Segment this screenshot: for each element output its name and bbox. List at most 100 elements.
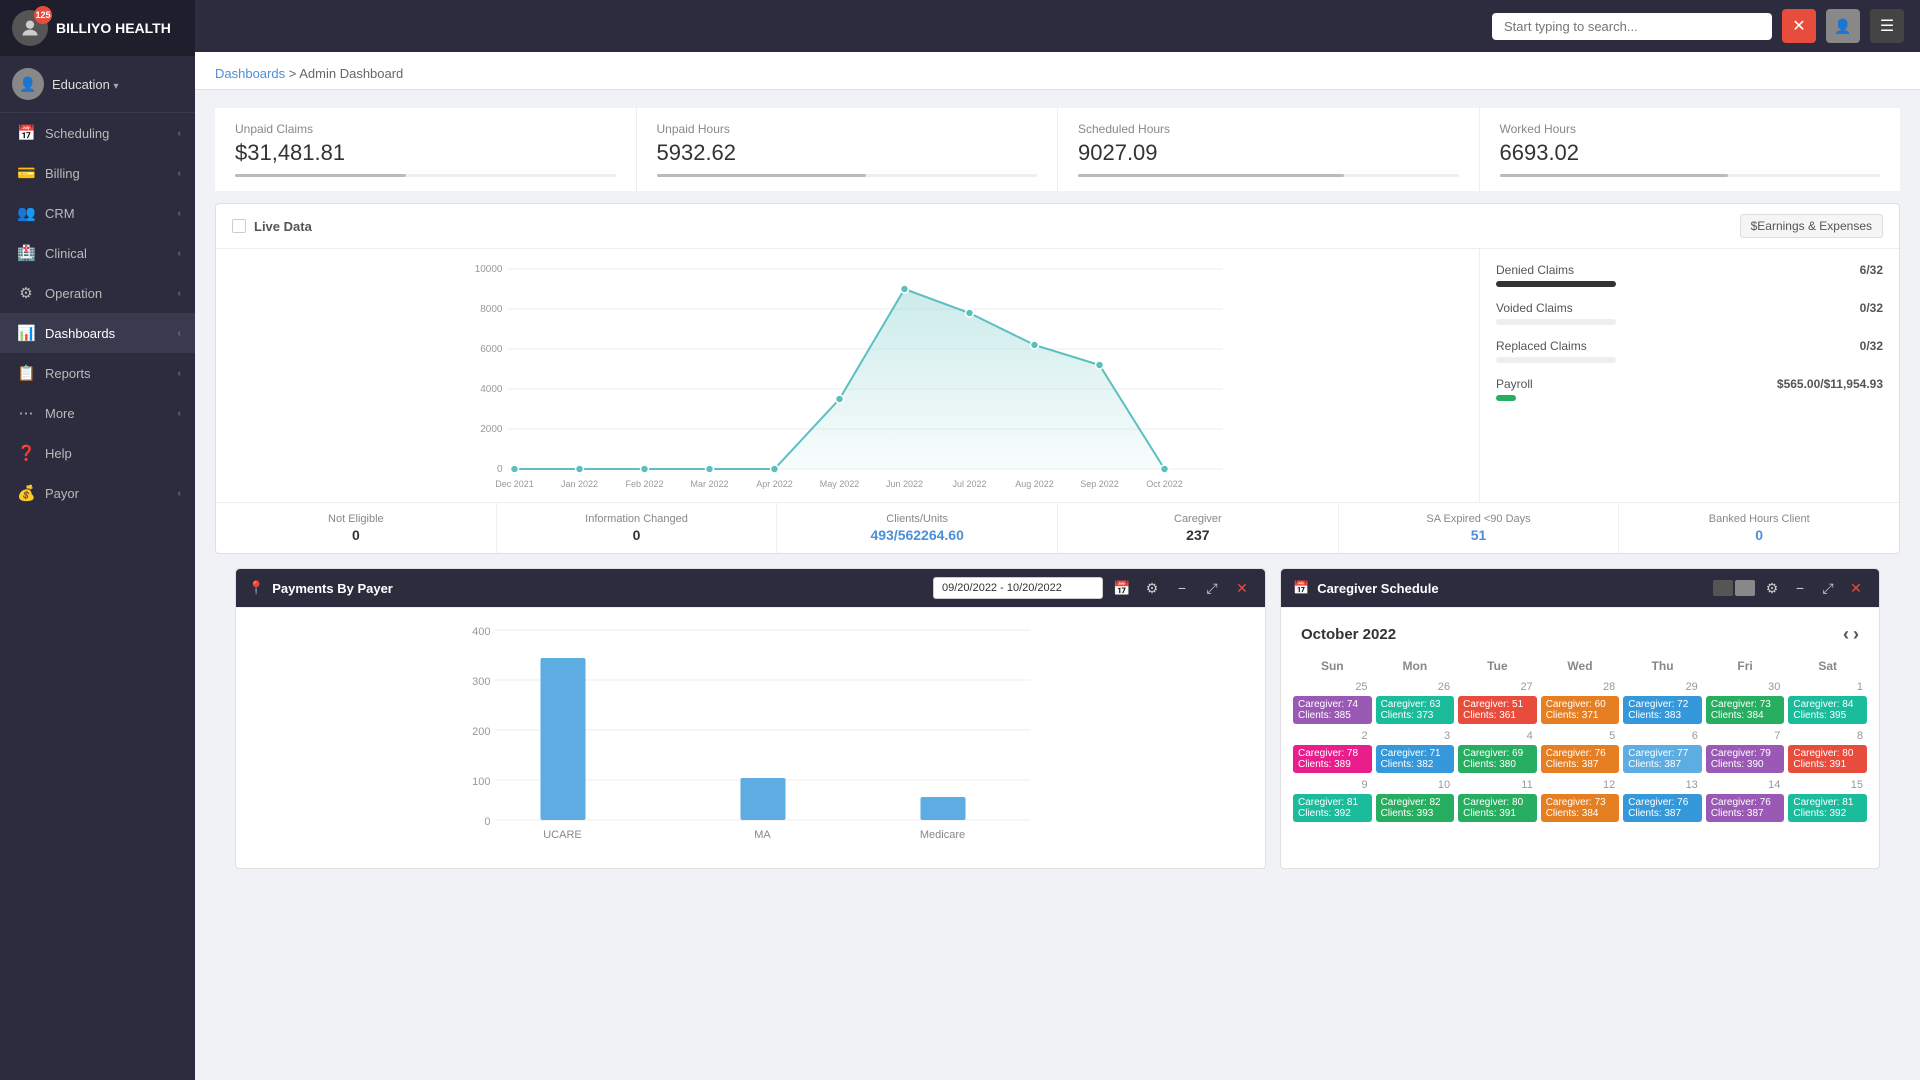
calendar-event[interactable]: Caregiver: 76Clients: 387	[1541, 745, 1620, 773]
user-profile-button[interactable]: 👤	[1826, 9, 1860, 43]
minimize-icon[interactable]: −	[1789, 577, 1811, 599]
close-icon[interactable]: ✕	[1231, 577, 1253, 599]
cal-date-number: 15	[1788, 777, 1867, 793]
voided-claims-row: Voided Claims 0/32	[1496, 301, 1883, 325]
sidebar-item-label: Billing	[45, 166, 168, 181]
close-icon[interactable]: ✕	[1845, 577, 1867, 599]
chevron-icon: ‹	[178, 488, 181, 499]
footer-stat-label: Banked Hours Client	[1627, 513, 1891, 525]
schedule-controls: ⚙ − ⤢ ✕	[1713, 577, 1867, 599]
sidebar-item-label: Help	[45, 446, 181, 461]
calendar-event[interactable]: Caregiver: 80Clients: 391	[1458, 794, 1537, 822]
user-dropdown-chevron: ▾	[113, 81, 118, 92]
minimize-icon[interactable]: −	[1171, 577, 1193, 599]
footer-stat-label: Information Changed	[505, 513, 769, 525]
svg-text:Oct 2022: Oct 2022	[1146, 479, 1183, 489]
calendar-event[interactable]: Caregiver: 82Clients: 393	[1376, 794, 1455, 822]
cal-date-number: 11	[1458, 777, 1537, 793]
settings-icon[interactable]: ⚙	[1761, 577, 1783, 599]
expand-icon[interactable]: ⤢	[1817, 577, 1839, 599]
calendar-event[interactable]: Caregiver: 76Clients: 387	[1623, 794, 1702, 822]
date-range-input[interactable]	[933, 577, 1103, 599]
calendar-event[interactable]: Caregiver: 73Clients: 384	[1541, 794, 1620, 822]
content-area: Dashboards > Admin Dashboard Unpaid Clai…	[195, 52, 1920, 1080]
cal-date-number: 27	[1458, 679, 1537, 695]
cal-date-number: 2	[1293, 728, 1372, 744]
footer-stats: Not Eligible 0 Information Changed 0 Cli…	[216, 502, 1899, 553]
calendar-cell: 12Caregiver: 73Clients: 384	[1539, 775, 1622, 824]
live-data-checkbox[interactable]	[232, 219, 246, 233]
payroll-bar	[1496, 395, 1516, 401]
stat-scheduled-hours: Scheduled Hours 9027.09	[1058, 108, 1480, 191]
stat-bar	[657, 174, 1038, 177]
calendar-event[interactable]: Caregiver: 77Clients: 387	[1623, 745, 1702, 773]
next-month-button[interactable]: ›	[1853, 624, 1859, 645]
sidebar-item-clinical[interactable]: 🏥 Clinical ‹	[0, 233, 195, 273]
svg-text:Aug 2022: Aug 2022	[1015, 479, 1054, 489]
dashboards-icon: 📊	[17, 324, 35, 342]
view-list-button[interactable]	[1735, 580, 1755, 596]
sidebar-item-reports[interactable]: 📋 Reports ‹	[0, 353, 195, 393]
stat-unpaid-hours: Unpaid Hours 5932.62	[637, 108, 1059, 191]
stat-label: Unpaid Claims	[235, 122, 616, 136]
sidebar-item-crm[interactable]: 👥 CRM ‹	[0, 193, 195, 233]
calendar-event[interactable]: Caregiver: 78Clients: 389	[1293, 745, 1372, 773]
earnings-expenses-button[interactable]: $Earnings & Expenses	[1740, 214, 1883, 238]
stat-bar	[235, 174, 616, 177]
breadcrumb-current: Admin Dashboard	[299, 66, 403, 81]
sidebar-item-label: Scheduling	[45, 126, 168, 141]
sidebar-item-help[interactable]: ❓ Help	[0, 433, 195, 473]
cal-date-number: 10	[1376, 777, 1455, 793]
sidebar-item-billing[interactable]: 💳 Billing ‹	[0, 153, 195, 193]
clinical-icon: 🏥	[17, 244, 35, 262]
cal-day-sun: Sun	[1291, 655, 1374, 677]
view-grid-button[interactable]	[1713, 580, 1733, 596]
svg-text:2000: 2000	[480, 424, 503, 435]
breadcrumb-parent[interactable]: Dashboards	[215, 66, 285, 81]
sidebar-item-label: CRM	[45, 206, 168, 221]
calendar-event[interactable]: Caregiver: 81Clients: 392	[1788, 794, 1867, 822]
payments-title: 📍 Payments By Payer	[248, 580, 393, 596]
calendar-cell: 13Caregiver: 76Clients: 387	[1621, 775, 1704, 824]
calendar-event[interactable]: Caregiver: 79Clients: 390	[1706, 745, 1785, 773]
cal-day-mon: Mon	[1374, 655, 1457, 677]
cal-date-number: 7	[1706, 728, 1785, 744]
menu-button[interactable]: ☰	[1870, 9, 1904, 43]
calendar-cell: 30Caregiver: 73Clients: 384	[1704, 677, 1787, 726]
calendar-event[interactable]: Caregiver: 76Clients: 387	[1706, 794, 1785, 822]
chevron-icon: ‹	[178, 288, 181, 299]
user-section[interactable]: 👤 Education ▾	[0, 56, 195, 113]
footer-stat-label: Caregiver	[1066, 513, 1330, 525]
calendar-event[interactable]: Caregiver: 60Clients: 371	[1541, 696, 1620, 724]
notification-badge[interactable]: 125	[34, 6, 52, 24]
footer-not-eligible: Not Eligible 0	[216, 503, 497, 553]
sidebar-item-more[interactable]: ⋯ More ‹	[0, 393, 195, 433]
calendar-event[interactable]: Caregiver: 71Clients: 382	[1376, 745, 1455, 773]
cal-date-number: 9	[1293, 777, 1372, 793]
avatar: 👤	[12, 68, 44, 100]
sidebar-item-scheduling[interactable]: 📅 Scheduling ‹	[0, 113, 195, 153]
footer-clients-units: Clients/Units 493/562264.60	[777, 503, 1058, 553]
prev-month-button[interactable]: ‹	[1843, 624, 1849, 645]
calendar-event[interactable]: Caregiver: 63Clients: 373	[1376, 696, 1455, 724]
sidebar-item-operation[interactable]: ⚙ Operation ‹	[0, 273, 195, 313]
expand-icon[interactable]: ⤢	[1201, 577, 1223, 599]
sidebar-item-dashboards[interactable]: 📊 Dashboards ‹	[0, 313, 195, 353]
settings-icon[interactable]: ⚙	[1141, 577, 1163, 599]
calendar-event[interactable]: Caregiver: 80Clients: 391	[1788, 745, 1867, 773]
calendar-icon[interactable]: 📅	[1111, 577, 1133, 599]
close-button[interactable]: ✕	[1782, 9, 1816, 43]
calendar-cell: 11Caregiver: 80Clients: 391	[1456, 775, 1539, 824]
svg-text:300: 300	[472, 676, 490, 688]
app-logo[interactable]: 125	[12, 10, 48, 46]
calendar-event[interactable]: Caregiver: 81Clients: 392	[1293, 794, 1372, 822]
sidebar-item-payor[interactable]: 💰 Payor ‹	[0, 473, 195, 513]
calendar-event[interactable]: Caregiver: 74Clients: 385	[1293, 696, 1372, 724]
calendar-event[interactable]: Caregiver: 84Clients: 395	[1788, 696, 1867, 724]
calendar-event[interactable]: Caregiver: 72Clients: 383	[1623, 696, 1702, 724]
svg-text:6000: 6000	[480, 344, 503, 355]
calendar-event[interactable]: Caregiver: 51Clients: 361	[1458, 696, 1537, 724]
calendar-event[interactable]: Caregiver: 73Clients: 384	[1706, 696, 1785, 724]
calendar-event[interactable]: Caregiver: 69Clients: 380	[1458, 745, 1537, 773]
search-input[interactable]	[1492, 13, 1772, 40]
